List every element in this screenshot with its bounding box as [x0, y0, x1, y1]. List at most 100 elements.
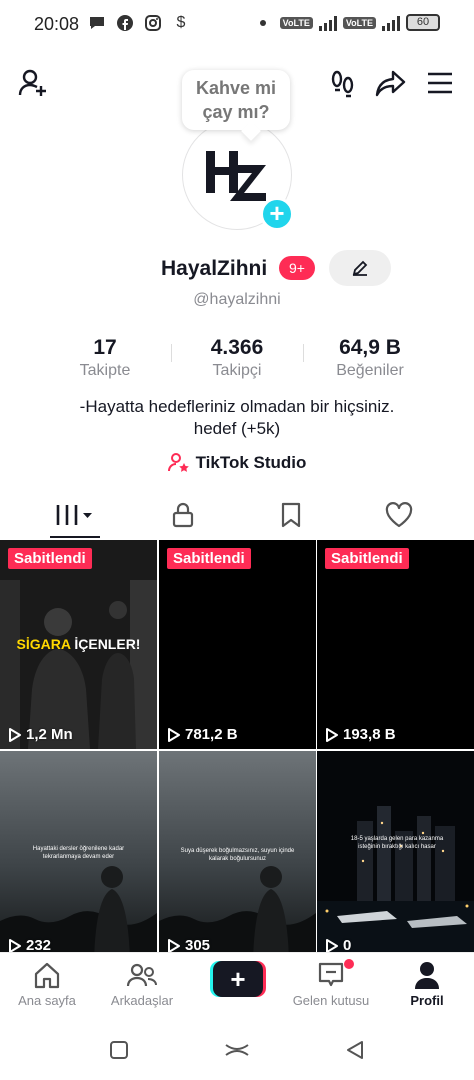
play-icon — [9, 727, 21, 742]
view-count: 193,8 B — [325, 726, 396, 743]
nav-label: Gelen kutusu — [292, 993, 370, 1008]
profile-icon — [415, 962, 439, 989]
active-tab-indicator — [50, 536, 100, 538]
bio-line: -Hayatta hedefleriniz olmadan bir hiçsin… — [79, 397, 395, 416]
content-tabs — [0, 492, 474, 540]
view-count-text: 1,2 Mn — [26, 726, 73, 743]
play-icon — [168, 727, 180, 742]
profile-views-button[interactable] — [326, 66, 360, 100]
back-triangle-icon — [347, 1041, 363, 1059]
notification-icons: $ — [88, 14, 190, 32]
following-count: 17 — [93, 336, 117, 359]
profile-avatar[interactable]: + — [182, 120, 294, 231]
video-thumbnail[interactable]: Sabitlendi 781,2 B — [159, 540, 316, 749]
video-thumbnail[interactable]: Hayattaki dersler öğrenilene kadar tekra… — [0, 751, 157, 960]
pinned-badge: Sabitlendi — [325, 548, 409, 569]
square-icon — [110, 1041, 128, 1059]
home-system-button[interactable] — [222, 1036, 252, 1064]
bio: -Hayatta hedefleriniz olmadan bir hiçsin… — [0, 396, 474, 440]
profile-stats: 17 Takipte 4.366 Takipçi 64,9 B Beğenile… — [0, 336, 474, 380]
tab-videos[interactable] — [16, 492, 134, 538]
signal-icon — [382, 15, 400, 31]
create-button[interactable]: + — [210, 961, 266, 997]
likes-count: 64,9 B — [339, 336, 401, 359]
hz-logo — [206, 151, 266, 201]
back-button[interactable] — [340, 1036, 370, 1064]
stat-following[interactable]: 17 Takipte — [55, 336, 155, 380]
followers-count: 4.366 — [210, 336, 264, 359]
studio-label: TikTok Studio — [195, 453, 307, 472]
bottom-navigation: Ana sayfa Arkadaşlar + Gelen kutusu Prof… — [0, 952, 474, 1020]
signal-icon — [318, 15, 337, 31]
nav-home[interactable]: Ana sayfa — [0, 959, 94, 1008]
video-thumbnail[interactable]: SİGARA İÇENLER! Sabitlendi 1,2 Mn — [0, 540, 157, 749]
headline-yellow: SİGARA — [16, 636, 71, 652]
stat-followers[interactable]: 4.366 Takipçi — [187, 336, 287, 380]
note-text: Kahve mi çay mı? — [195, 78, 277, 122]
view-count: 781,2 B — [167, 726, 238, 743]
nav-label: Profil — [410, 993, 444, 1008]
plus-icon: + — [213, 961, 263, 997]
inbox-icon — [318, 962, 344, 987]
home-icon — [34, 962, 60, 989]
battery-icon: 60 — [406, 14, 440, 31]
pencil-icon — [352, 260, 368, 276]
instagram-icon — [144, 14, 162, 32]
headline-white: İÇENLER! — [70, 636, 141, 652]
view-count: 1,2 Mn — [8, 726, 73, 743]
volte-badge: VoLTE — [342, 16, 376, 29]
status-bar: 20:08 $ VoLTE VoLTE 60 — [0, 0, 474, 48]
note-bubble[interactable]: Kahve mi çay mı? — [182, 70, 290, 130]
video-caption: Hayattaki dersler öğrenilene kadar tekra… — [32, 846, 125, 860]
system-indicators: VoLTE VoLTE 60 — [259, 14, 440, 31]
recents-button[interactable] — [104, 1036, 134, 1064]
edit-profile-button[interactable] — [329, 250, 391, 286]
video-thumbnail[interactable]: 18-5 yaşlarda gelen para kazanma isteğin… — [317, 751, 474, 960]
heart-icon — [385, 502, 413, 528]
dollar-icon: $ — [176, 14, 186, 31]
facebook-icon — [116, 14, 134, 32]
tab-liked[interactable] — [340, 492, 458, 538]
add-friend-button[interactable] — [16, 66, 50, 100]
nav-label: Ana sayfa — [18, 993, 76, 1008]
followers-label: Takipçi — [212, 362, 262, 379]
tiktok-studio-link[interactable]: TikTok Studio — [0, 452, 474, 474]
play-icon — [326, 938, 338, 953]
video-headline: SİGARA İÇENLER! — [0, 636, 157, 652]
divider — [171, 344, 172, 362]
video-caption: 18-5 yaşlarda gelen para kazanma isteğin… — [350, 836, 444, 850]
unread-dot — [344, 959, 354, 969]
video-caption: Suya düşerek boğulmazsınız, suyun içinde… — [180, 848, 295, 862]
hamburger-menu-icon — [428, 72, 452, 94]
pinned-badge: Sabitlendi — [8, 548, 92, 569]
video-thumbnail[interactable]: Suya düşerek boğulmazsınız, suyun içinde… — [159, 751, 316, 960]
message-icon — [88, 14, 106, 32]
dot-indicator — [259, 19, 266, 26]
play-icon — [168, 938, 180, 953]
system-navigation — [0, 1020, 474, 1080]
add-story-button[interactable]: + — [260, 197, 294, 231]
likes-label: Beğeniler — [336, 362, 404, 379]
share-profile-button[interactable] — [374, 66, 408, 100]
bookmark-icon — [281, 502, 301, 528]
video-image — [317, 751, 474, 960]
tab-saved[interactable] — [232, 492, 350, 538]
nav-inbox[interactable]: Gelen kutusu — [284, 959, 378, 1008]
notification-badge[interactable]: 9+ — [279, 256, 315, 280]
user-handle: @hayalzihni — [193, 291, 281, 308]
menu-button[interactable] — [423, 66, 457, 100]
videos-grid-icon — [55, 505, 92, 525]
studio-icon — [167, 453, 189, 472]
nav-profile[interactable]: Profil — [380, 959, 474, 1008]
clock: 20:08 — [34, 14, 80, 34]
username: HayalZihni — [161, 257, 268, 280]
following-label: Takipte — [79, 362, 131, 379]
stat-likes[interactable]: 64,9 B Beğeniler — [318, 336, 422, 380]
play-icon — [326, 727, 338, 742]
nav-friends[interactable]: Arkadaşlar — [95, 959, 189, 1008]
home-gesture-icon — [225, 1044, 249, 1056]
lock-icon — [172, 502, 194, 528]
video-thumbnail[interactable]: Sabitlendi 193,8 B — [317, 540, 474, 749]
play-icon — [9, 938, 21, 953]
tab-private[interactable] — [124, 492, 242, 538]
